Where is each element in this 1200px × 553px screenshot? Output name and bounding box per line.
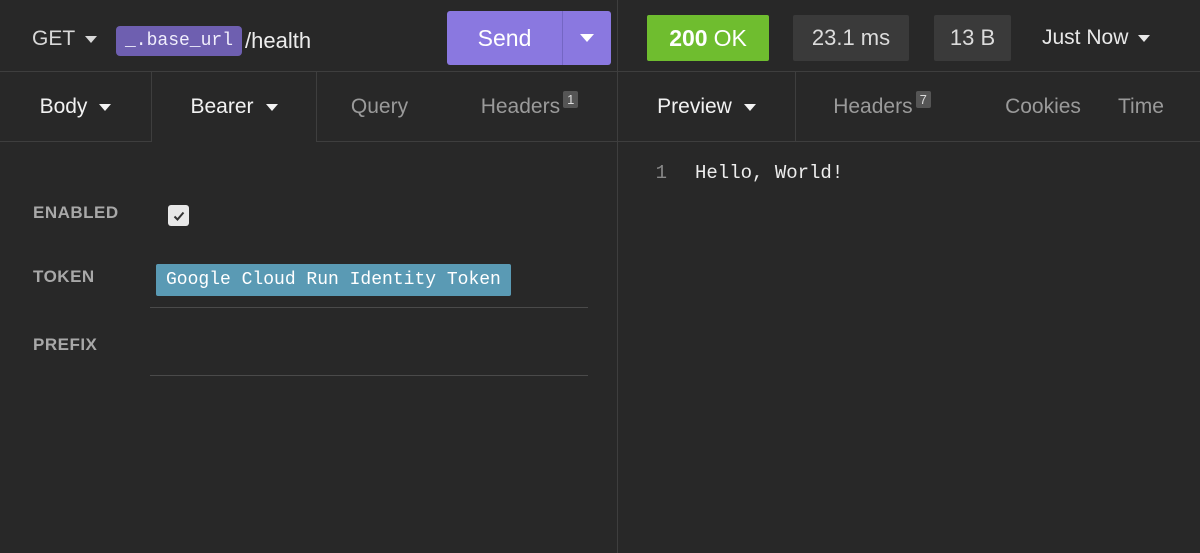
method-selector[interactable]: GET xyxy=(32,0,98,78)
send-button[interactable]: Send xyxy=(447,11,562,65)
token-label: TOKEN xyxy=(33,267,95,286)
chevron-down-icon xyxy=(580,34,594,42)
headers-count-badge: 1 xyxy=(563,90,579,108)
chevron-down-icon xyxy=(99,103,112,111)
tab-timeline[interactable]: Time xyxy=(1118,72,1200,141)
chevron-down-icon xyxy=(265,103,278,111)
tab-label: Query xyxy=(350,95,409,118)
url-path: /health xyxy=(245,28,312,53)
request-tabs: Body Bearer Query Headers 1 xyxy=(0,72,617,142)
chevron-down-icon xyxy=(85,35,98,43)
url-variable-chip[interactable]: _.base_url xyxy=(116,26,243,56)
status-code: 200 xyxy=(669,24,708,51)
token-field[interactable]: Google Cloud Run Identity Token xyxy=(150,264,588,308)
tab-cookies[interactable]: Cookies xyxy=(968,72,1118,141)
tab-bearer[interactable]: Bearer xyxy=(152,72,316,142)
line-number: 1 xyxy=(655,162,667,184)
chevron-down-icon xyxy=(1138,34,1151,42)
tab-label: Bearer xyxy=(190,95,254,118)
url-bar: GET _.base_url /health Send xyxy=(0,0,617,72)
prefix-label: PREFIX xyxy=(33,335,98,354)
tab-preview[interactable]: Preview xyxy=(618,72,795,141)
tab-label: Headers xyxy=(833,95,913,118)
enabled-checkbox[interactable] xyxy=(168,205,189,226)
tab-query[interactable]: Query xyxy=(317,72,442,142)
tab-response-headers[interactable]: Headers 7 xyxy=(796,72,968,141)
tab-label: Cookies xyxy=(1005,95,1081,118)
prefix-field[interactable] xyxy=(150,332,588,376)
send-options-button[interactable] xyxy=(562,11,611,65)
tab-label: Headers xyxy=(480,95,561,118)
url-input[interactable]: _.base_url /health xyxy=(116,23,311,59)
tab-label: Time xyxy=(1118,95,1164,118)
method-label: GET xyxy=(32,27,76,50)
status-text: OK xyxy=(713,24,747,51)
tab-label: Preview xyxy=(657,95,732,118)
send-button-group: Send xyxy=(447,11,611,65)
enabled-label: ENABLED xyxy=(33,203,119,222)
response-history-dropdown[interactable]: Just Now xyxy=(1042,15,1151,61)
response-time: 23.1 ms xyxy=(793,15,909,61)
chevron-down-icon xyxy=(743,103,756,111)
line-text: Hello, World! xyxy=(695,162,844,184)
headers-count-badge: 7 xyxy=(915,90,931,108)
response-size: 13 B xyxy=(934,15,1011,61)
token-template-tag[interactable]: Google Cloud Run Identity Token xyxy=(156,264,511,296)
checkmark-icon xyxy=(173,211,184,221)
status-badge: 200 OK xyxy=(647,15,769,61)
tab-body[interactable]: Body xyxy=(0,72,151,142)
tab-label: Body xyxy=(39,95,88,118)
response-tabs: Preview Headers 7 Cookies Time xyxy=(618,72,1200,142)
tab-headers[interactable]: Headers 1 xyxy=(442,72,617,142)
preview-line: 1 Hello, World! xyxy=(618,158,844,188)
history-label: Just Now xyxy=(1042,26,1129,49)
prefix-input[interactable] xyxy=(156,332,588,364)
